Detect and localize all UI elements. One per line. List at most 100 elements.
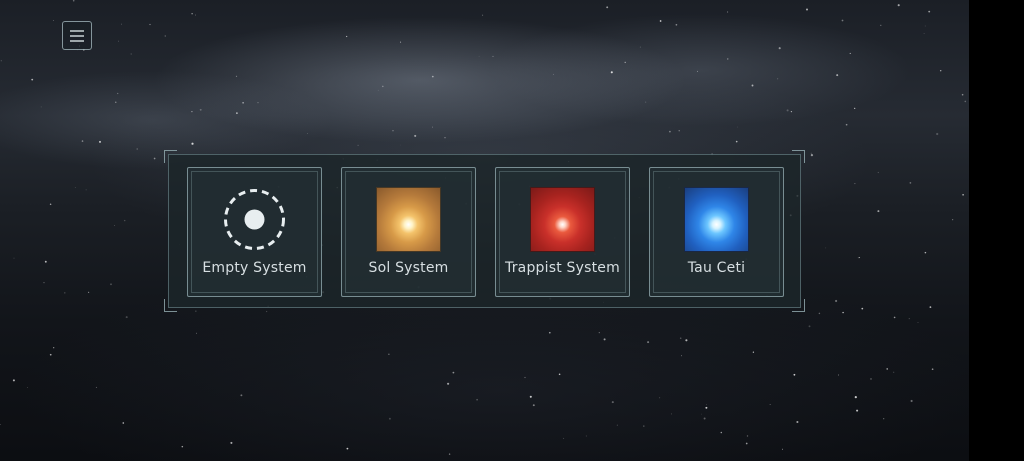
star-dot xyxy=(117,92,119,95)
star-dot xyxy=(585,435,587,437)
star-dot xyxy=(153,157,156,160)
star-dot xyxy=(782,448,784,450)
star-dot xyxy=(115,101,117,103)
star-dot xyxy=(118,40,119,42)
menu-button[interactable] xyxy=(62,21,92,50)
star-dot xyxy=(929,306,932,308)
star-dot xyxy=(257,102,259,104)
star-dot xyxy=(858,257,861,259)
star-dot xyxy=(854,183,856,185)
star-dot xyxy=(854,396,857,399)
star-dot xyxy=(877,171,879,174)
star-dot xyxy=(745,442,748,445)
star-dot xyxy=(99,140,101,143)
star-dot xyxy=(548,331,551,334)
sol-star-icon xyxy=(376,187,441,252)
star-dot xyxy=(697,70,698,72)
star-dot xyxy=(603,338,606,341)
star-dot xyxy=(854,107,856,109)
star-dot xyxy=(43,282,45,284)
star-dot xyxy=(606,6,609,9)
star-dot xyxy=(659,397,661,399)
star-dot xyxy=(53,347,55,349)
star-dot xyxy=(31,78,34,81)
star-dot xyxy=(125,316,128,319)
empty-system-card[interactable]: Empty System xyxy=(187,167,322,297)
sol-system-label: Sol System xyxy=(368,260,449,276)
sol-system-card[interactable]: Sol System xyxy=(341,167,476,297)
star-dot xyxy=(893,371,895,373)
star-dot xyxy=(679,337,682,339)
star-dot xyxy=(705,406,708,409)
star-dot xyxy=(482,14,484,16)
star-dot xyxy=(845,123,848,126)
star-dot xyxy=(0,60,2,62)
star-dot xyxy=(706,404,708,406)
star-dot xyxy=(452,371,455,374)
star-dot xyxy=(645,101,647,103)
star-dot xyxy=(877,210,880,213)
star-dot xyxy=(64,292,66,294)
star-dot xyxy=(727,11,729,13)
star-dot xyxy=(928,10,931,13)
star-dot xyxy=(769,404,771,405)
system-selection-panel: Empty System Sol System Trappist System … xyxy=(164,150,805,312)
star-dot xyxy=(382,85,384,88)
star-dot xyxy=(598,332,600,334)
star-dot xyxy=(307,133,308,135)
star-dot xyxy=(893,316,896,319)
star-dot xyxy=(962,193,964,196)
star-dot xyxy=(793,373,796,376)
panel-corner-bracket xyxy=(164,299,177,312)
star-dot xyxy=(849,52,851,54)
panel-corner-bracket xyxy=(792,299,805,312)
star-dot xyxy=(720,431,723,434)
star-dot xyxy=(149,23,151,26)
star-dot xyxy=(870,378,872,380)
star-dot xyxy=(400,41,402,43)
star-dot xyxy=(346,35,348,38)
star-dot xyxy=(529,395,532,398)
star-dot xyxy=(880,24,882,26)
star-dot xyxy=(678,130,680,132)
star-dot xyxy=(27,387,28,388)
trappist-system-card[interactable]: Trappist System xyxy=(495,167,630,297)
star-dot xyxy=(357,144,359,147)
star-dot xyxy=(856,409,859,412)
star-dot xyxy=(923,33,925,34)
star-dot xyxy=(777,78,779,80)
star-dot xyxy=(52,20,54,21)
star-dot xyxy=(377,89,379,91)
star-dot xyxy=(616,424,618,426)
star-dot xyxy=(883,418,885,420)
star-dot xyxy=(669,130,671,133)
star-dot xyxy=(0,423,1,426)
trappist-system-label: Trappist System xyxy=(505,260,620,276)
star-dot xyxy=(524,376,526,379)
star-dot xyxy=(191,13,193,15)
star-dot xyxy=(448,453,451,455)
star-dot xyxy=(924,251,927,254)
star-dot xyxy=(778,47,781,50)
star-dot xyxy=(114,225,115,226)
star-dot xyxy=(236,112,238,114)
star-dot xyxy=(492,55,494,57)
star-dot xyxy=(195,310,197,312)
star-dot xyxy=(431,75,434,78)
star-dot xyxy=(861,307,864,310)
star-dot xyxy=(81,140,84,142)
star-dot xyxy=(130,53,132,55)
star-dot xyxy=(563,437,565,439)
star-dot xyxy=(842,311,844,314)
star-dot xyxy=(952,219,954,221)
star-dot xyxy=(610,71,613,74)
star-dot xyxy=(85,189,87,191)
star-dot xyxy=(240,394,243,397)
star-dot xyxy=(751,84,754,87)
star-dot xyxy=(836,74,839,77)
star-dot xyxy=(825,247,827,249)
star-dot xyxy=(961,93,964,96)
star-dot xyxy=(786,109,789,112)
star-dot xyxy=(400,144,401,146)
tau-ceti-card[interactable]: Tau Ceti xyxy=(649,167,784,297)
